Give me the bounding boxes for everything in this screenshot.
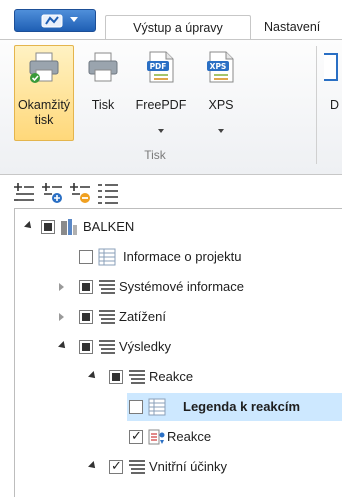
chevron-down-icon <box>70 17 78 22</box>
table-icon <box>98 248 116 266</box>
tree-item-balken[interactable]: BALKEN <box>15 212 342 242</box>
tree-checkbox[interactable] <box>79 340 93 354</box>
tree-item-zatizeni[interactable]: Zatížení <box>15 302 342 332</box>
table-icon <box>148 398 166 416</box>
tree-item-label: Reakce <box>149 369 194 384</box>
list-icon <box>129 460 145 474</box>
list-icon[interactable] <box>96 181 120 205</box>
tree-checkbox[interactable] <box>79 250 93 264</box>
application-icon <box>41 14 63 28</box>
collapse-remove-icon[interactable] <box>68 181 92 205</box>
tree-item-label: Systémové informace <box>119 279 244 294</box>
tree-item-systemove-informace[interactable]: Systémové informace <box>15 272 342 302</box>
tree-item-label: Výsledky <box>119 339 172 354</box>
instant-print-label: Okamžitý <box>17 98 71 112</box>
tree-checkbox[interactable] <box>109 370 123 384</box>
tree-checkbox[interactable] <box>41 220 55 234</box>
collapsed-arrow-icon[interactable] <box>59 313 64 321</box>
tree-toolbar <box>0 176 342 208</box>
chevron-down-icon <box>158 129 164 133</box>
navigator-tree: BALKEN Informace o projektu Systémové in… <box>14 208 342 497</box>
instant-print-label-2: tisk <box>34 113 54 127</box>
model-icon <box>61 219 77 235</box>
expand-arrow-icon[interactable] <box>88 461 98 471</box>
partial-button[interactable]: D <box>324 46 342 116</box>
svg-text:PDF: PDF <box>150 62 167 71</box>
ribbon-tab-bar: Výstup a úpravy Nastavení <box>0 0 342 40</box>
ribbon-group-separator <box>316 46 317 164</box>
ribbon-group-label: Tisk <box>144 148 166 162</box>
application-menu-button[interactable] <box>14 9 96 32</box>
expand-arrow-icon[interactable] <box>24 221 34 231</box>
chevron-down-icon <box>218 129 224 133</box>
tree-item-reakce[interactable]: Reakce <box>15 422 342 452</box>
tree-checkbox[interactable] <box>129 428 143 444</box>
xps-button[interactable]: XPS XPS <box>196 46 246 133</box>
svg-text:XPS: XPS <box>210 62 227 71</box>
reaction-icon <box>148 429 165 445</box>
tree-item-informace-o-projektu[interactable]: Informace o projektu <box>15 242 342 272</box>
expand-add-icon[interactable] <box>40 181 64 205</box>
printer-check-icon <box>29 52 59 83</box>
tree-item-vnitrni-ucinky[interactable]: Vnitřní účinky <box>15 452 342 482</box>
tree-checkbox[interactable] <box>79 280 93 294</box>
printer-icon <box>88 52 118 82</box>
tree-item-vysledky[interactable]: Výsledky <box>15 332 342 362</box>
print-label: Tisk <box>91 98 115 112</box>
xps-label: XPS <box>208 98 234 112</box>
instant-print-button[interactable]: Okamžitý tisk <box>14 45 74 141</box>
print-button[interactable]: Tisk <box>80 46 126 116</box>
tree-item-label: Vnitřní účinky <box>149 459 228 474</box>
tree-item-label: Zatížení <box>119 309 166 324</box>
tree-checkbox[interactable] <box>109 458 123 474</box>
list-icon <box>99 340 115 354</box>
tab-nastaveni[interactable]: Nastavení <box>256 15 328 40</box>
partial-icon <box>324 53 338 81</box>
expand-arrow-icon[interactable] <box>58 341 68 351</box>
xps-file-icon: XPS <box>207 51 234 83</box>
partial-label: D <box>330 98 340 112</box>
tree-item-label: Legenda k reakcím <box>183 399 301 414</box>
expand-arrow-icon[interactable] <box>88 371 98 381</box>
tree-item-reakce-group[interactable]: Reakce <box>15 362 342 392</box>
list-icon <box>129 370 145 384</box>
ribbon-panel: Okamžitý tisk Tisk PDF FreePDF XPS XPS D… <box>0 39 342 175</box>
tree-item-label: Informace o projektu <box>123 249 242 264</box>
freepdf-label: FreePDF <box>135 98 187 112</box>
collapsed-arrow-icon[interactable] <box>59 283 64 291</box>
tree-checkbox[interactable] <box>79 310 93 324</box>
tree-item-label: BALKEN <box>83 219 135 234</box>
tree-checkbox[interactable] <box>129 400 143 414</box>
list-icon <box>99 280 115 294</box>
tab-vystup-a-upravy[interactable]: Výstup a úpravy <box>105 15 251 40</box>
list-icon <box>99 310 115 324</box>
pdf-file-icon: PDF <box>147 51 174 83</box>
tree-item-label: Reakce <box>167 429 212 444</box>
collapse-all-icon[interactable] <box>12 181 36 205</box>
freepdf-button[interactable]: PDF FreePDF <box>128 46 194 133</box>
tree-item-legenda-k-reakcim[interactable]: Legenda k reakcím <box>15 392 342 422</box>
